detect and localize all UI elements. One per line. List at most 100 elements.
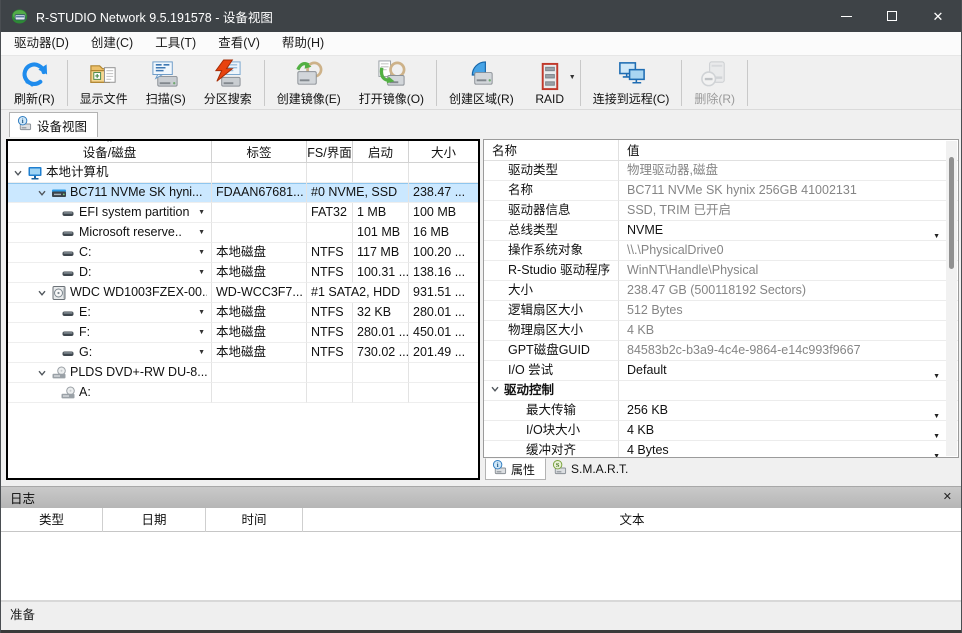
property-row[interactable]: 逻辑扇区大小 512 Bytes ▼ [484, 301, 958, 321]
device-name-cell: EFI system partition ▼ [8, 203, 212, 223]
log-column-header[interactable]: 文本 [303, 508, 961, 532]
value-dropdown-icon[interactable]: ▼ [933, 407, 940, 421]
device-column-header[interactable]: 大小 [409, 141, 478, 162]
device-table-row[interactable]: D: ▼ 本地磁盘 NTFS 100.31 ... 138.16 ... [8, 263, 478, 283]
menu-item[interactable]: 创建(C) [80, 32, 144, 55]
row-dropdown-icon[interactable]: ▼ [198, 323, 207, 342]
expander-chevron-icon[interactable] [12, 168, 24, 178]
label-cell [212, 363, 307, 383]
property-row[interactable]: I/O块大小 4 KB ▼ [484, 421, 958, 441]
expander-chevron-icon[interactable] [36, 188, 48, 198]
property-name: 驱动控制 [504, 381, 554, 400]
property-row[interactable]: 总线类型 NVME ▼ [484, 221, 958, 241]
maximize-button[interactable] [869, 0, 915, 32]
toolbar-button[interactable]: 创建区域(R) ▼ [440, 58, 523, 108]
property-column-header[interactable]: 值 [619, 140, 958, 162]
size-cell [409, 363, 478, 383]
property-row[interactable]: 缓冲对齐 4 Bytes ▼ [484, 441, 958, 458]
toolbar-button[interactable]: 打开镜像(O) ▼ [350, 58, 433, 108]
toolbar-button[interactable]: 刷新(R) ▼ [5, 58, 64, 108]
device-table-row[interactable]: A: ▼ [8, 383, 478, 403]
device-table-row[interactable]: 本地计算机 ▼ [8, 163, 478, 183]
device-table-row[interactable]: C: ▼ 本地磁盘 NTFS 117 MB 100.20 ... [8, 243, 478, 263]
toolbar-button[interactable]: 扫描(S) ▼ [137, 58, 195, 108]
partition-icon [60, 305, 76, 321]
toolbar-dropdown-arrow-icon[interactable]: ▼ [569, 74, 576, 81]
property-row[interactable]: 驱动控制 ▼ [484, 381, 958, 401]
menu-item[interactable]: 帮助(H) [271, 32, 335, 55]
property-row[interactable]: I/O 尝试 Default ▼ [484, 361, 958, 381]
toolbar-button[interactable]: 连接到远程(C) ▼ [584, 58, 679, 108]
log-column-header[interactable]: 日期 [103, 508, 206, 532]
property-row[interactable]: 名称 BC711 NVMe SK hynix 256GB 41002131 ▼ [484, 181, 958, 201]
partition-icon [60, 265, 76, 281]
expander-chevron-icon[interactable] [36, 288, 48, 298]
property-value: \\.\PhysicalDrive0 [627, 243, 724, 257]
device-name: F: [79, 323, 90, 342]
close-button[interactable]: ✕ [915, 0, 961, 32]
property-row[interactable]: 物理扇区大小 4 KB ▼ [484, 321, 958, 341]
row-dropdown-icon[interactable]: ▼ [198, 223, 207, 242]
property-row[interactable]: 最大传输 256 KB ▼ [484, 401, 958, 421]
device-column-header[interactable]: FS/界面 [307, 141, 353, 162]
device-column-header[interactable]: 启动 [353, 141, 409, 162]
device-table-row[interactable]: PLDS DVD+-RW DU-8... ▼ [8, 363, 478, 383]
property-name-cell: R-Studio 驱动程序 [484, 261, 619, 281]
menu-item[interactable]: 查看(V) [207, 32, 271, 55]
properties-tab[interactable]: i 属性 [485, 458, 546, 480]
property-row[interactable]: 驱动类型 物理驱动器,磁盘 ▼ [484, 161, 958, 181]
fs-cell: #0 NVME, SSD [307, 183, 409, 203]
tab-device-view[interactable]: i 设备视图 [9, 112, 98, 137]
log-close-button[interactable]: ✕ [943, 492, 952, 503]
value-dropdown-icon[interactable]: ▼ [933, 367, 940, 381]
row-dropdown-icon[interactable]: ▼ [198, 203, 207, 222]
property-row[interactable]: 驱动器信息 SSD, TRIM 已开启 ▼ [484, 201, 958, 221]
menu-item[interactable]: 驱动器(D) [3, 32, 80, 55]
row-dropdown-icon[interactable]: ▼ [198, 303, 207, 322]
device-column-header[interactable]: 标签 [212, 141, 307, 162]
minimize-button[interactable] [823, 0, 869, 32]
device-table-row[interactable]: WDC WD1003FZEX-00... ▼ WD-WCC3F7... #1 S… [8, 283, 478, 303]
device-table-row[interactable]: BC711 NVMe SK hyni... ▼ FDAAN67681... #0… [8, 183, 478, 203]
menu-item[interactable]: 工具(T) [144, 32, 207, 55]
toolbar-button[interactable]: RAID ▼ [523, 58, 577, 108]
value-dropdown-icon[interactable]: ▼ [933, 427, 940, 441]
size-cell: 280.01 ... [409, 303, 478, 323]
start-cell: 730.02 ... [353, 343, 409, 363]
row-dropdown-icon[interactable]: ▼ [198, 343, 207, 362]
properties-scrollbar[interactable] [946, 141, 957, 456]
row-dropdown-icon[interactable]: ▼ [198, 243, 207, 262]
label-cell: FDAAN67681... [212, 183, 307, 203]
fs-cell [307, 383, 353, 403]
scrollbar-thumb[interactable] [949, 157, 954, 269]
property-row[interactable]: 操作系统对象 \\.\PhysicalDrive0 ▼ [484, 241, 958, 261]
device-table-row[interactable]: G: ▼ 本地磁盘 NTFS 730.02 ... 201.49 ... [8, 343, 478, 363]
log-title: 日志 [10, 488, 35, 507]
device-table-row[interactable]: EFI system partition ▼ FAT32 1 MB 100 MB [8, 203, 478, 223]
device-table-row[interactable]: Microsoft reserve.. ▼ 101 MB 16 MB [8, 223, 478, 243]
expander-chevron-icon[interactable] [36, 368, 48, 378]
property-row[interactable]: GPT磁盘GUID 84583b2c-b3a9-4c4e-9864-e14c99… [484, 341, 958, 361]
toolbar-button[interactable]: 创建镜像(E) ▼ [268, 58, 350, 108]
log-column-header[interactable]: 时间 [206, 508, 303, 532]
properties-tab[interactable]: S S.M.A.R.T. [546, 458, 638, 480]
fs-cell: FAT32 [307, 203, 353, 223]
property-column-header[interactable]: 名称 [484, 140, 619, 162]
device-table-row[interactable]: F: ▼ 本地磁盘 NTFS 280.01 ... 450.01 ... [8, 323, 478, 343]
toolbar-button[interactable]: 分区搜索 ▼ [195, 58, 261, 108]
value-dropdown-icon[interactable]: ▼ [933, 447, 940, 458]
property-name-cell: 逻辑扇区大小 [484, 301, 619, 321]
properties-body: 驱动类型 物理驱动器,磁盘 ▼ 名称 BC711 NVMe SK hynix 2… [484, 161, 958, 458]
log-column-header[interactable]: 类型 [1, 508, 103, 532]
property-name: 大小 [508, 281, 533, 300]
property-row[interactable]: R-Studio 驱动程序 WinNT\Handle\Physical ▼ [484, 261, 958, 281]
toolbar-button[interactable]: 显示文件 ▼ [71, 58, 137, 108]
device-name-cell: WDC WD1003FZEX-00... ▼ [8, 283, 212, 303]
menu-item-label: 查看(V) [218, 36, 260, 50]
device-table-row[interactable]: E: ▼ 本地磁盘 NTFS 32 KB 280.01 ... [8, 303, 478, 323]
property-row[interactable]: 大小 238.47 GB (500118192 Sectors) ▼ [484, 281, 958, 301]
device-column-header[interactable]: 设备/磁盘^ [8, 141, 212, 162]
group-chevron-icon[interactable] [490, 381, 500, 400]
row-dropdown-icon[interactable]: ▼ [198, 263, 207, 282]
value-dropdown-icon[interactable]: ▼ [933, 227, 940, 241]
